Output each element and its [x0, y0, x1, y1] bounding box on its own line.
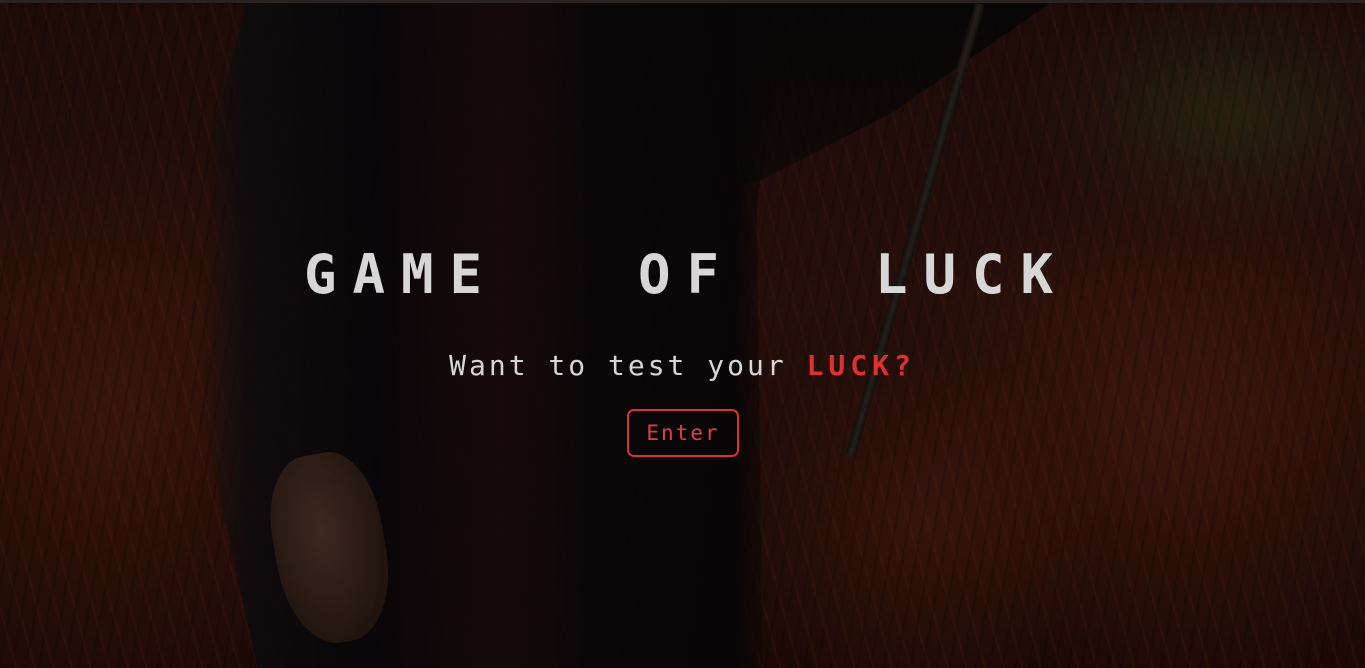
title-word-luck: LUCK: [875, 243, 1070, 306]
hero-section: GAME OF LUCK Want to test your LUCK? Ent…: [0, 3, 1365, 668]
title-word-game: GAME: [303, 243, 498, 306]
title-word-of: OF: [637, 243, 736, 306]
enter-button[interactable]: Enter: [627, 409, 739, 457]
tagline-text: Want to test your: [449, 349, 807, 382]
page-title: GAME OF LUCK: [0, 243, 1365, 306]
tagline: Want to test your LUCK?: [0, 349, 1365, 382]
tagline-accent: LUCK?: [806, 349, 916, 382]
landing-page: GAME OF LUCK Want to test your LUCK? Ent…: [0, 0, 1365, 668]
